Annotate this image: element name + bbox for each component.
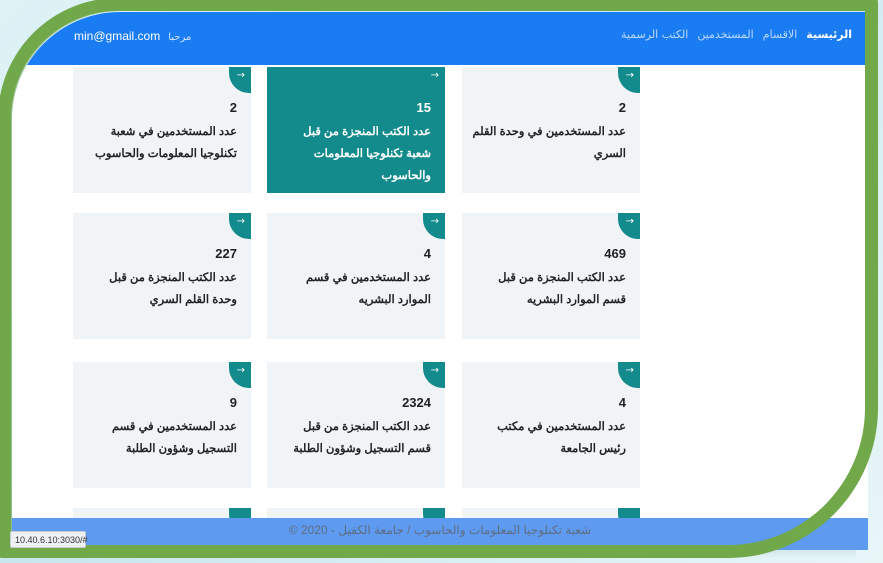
card-corner: → <box>618 362 640 388</box>
card-number: 2324 <box>402 395 431 410</box>
card-label: عدد المستخدمين في قسم التسجيل وشؤون الطل… <box>111 421 237 455</box>
card-corner: → <box>229 67 251 93</box>
arrow-right-icon: → <box>236 365 245 376</box>
arrow-right-icon: → <box>430 216 439 227</box>
card-corner: → <box>229 213 251 239</box>
stat-card[interactable]: → 2 عدد المستخدمين في وحدة القلم السري <box>462 67 640 193</box>
nav-official-books[interactable]: الكتب الرسمية <box>621 28 688 41</box>
arrow-right-icon: → <box>430 70 439 81</box>
card-number: 469 <box>604 246 626 261</box>
card-number: 2 <box>229 100 237 115</box>
card-corner: → <box>423 213 445 239</box>
card-label: عدد الكتب المنجزة من قبل وحدة القلم السر… <box>109 272 237 306</box>
arrow-right-icon: → <box>625 365 634 376</box>
card-corner: → <box>618 67 640 93</box>
footer-text: شعبة تكنلوجيا المعلومات والحاسوب / جامعة… <box>288 523 592 537</box>
stat-card-highlighted[interactable]: → 15 عدد الكتب المنجزة من قبل شعبة تكنلو… <box>267 67 445 193</box>
card-number: 4 <box>423 246 431 261</box>
stat-card[interactable]: → 9 عدد المستخدمين في قسم التسجيل وشؤون … <box>73 362 251 488</box>
status-url: 10.40.6.10:3030/# <box>10 531 88 548</box>
stat-card[interactable]: → 2324 عدد الكتب المنجزة من قبل قسم التس… <box>267 362 445 488</box>
user-info: min@gmail.com مرحبا <box>74 29 191 43</box>
card-label: عدد المستخدمين في وحدة القلم السري <box>472 126 626 160</box>
browser-screen: الرئيسية الاقسام المستخدمين الكتب الرسمي… <box>12 12 868 550</box>
card-corner: → <box>423 362 445 388</box>
nav-users[interactable]: المستخدمين <box>697 28 753 41</box>
top-navbar: الرئيسية الاقسام المستخدمين الكتب الرسمي… <box>12 12 868 65</box>
stat-card[interactable]: → 4 عدد المستخدمين في مكتب رئيس الجامعة <box>462 362 640 488</box>
card-corner: → <box>423 67 445 93</box>
card-number: 15 <box>416 100 431 115</box>
card-label: عدد المستخدمين في شعبة تكنلوجيا المعلوما… <box>95 126 237 160</box>
arrow-right-icon: → <box>430 365 439 376</box>
card-corner: → <box>229 362 251 388</box>
card-label: عدد الكتب المنجزة من قبل شعبة تكنلوجيا ا… <box>303 126 431 182</box>
arrow-right-icon: → <box>236 70 245 81</box>
card-number: 4 <box>618 395 626 410</box>
stat-card[interactable]: → 2 عدد المستخدمين في شعبة تكنلوجيا المع… <box>73 67 251 193</box>
card-number: 9 <box>229 395 237 410</box>
arrow-right-icon: → <box>236 216 245 227</box>
card-label: عدد الكتب المنجزة من قبل قسم التسجيل وشؤ… <box>293 421 431 455</box>
nav-home[interactable]: الرئيسية <box>806 28 852 41</box>
card-label: عدد الكتب المنجزة من قبل قسم الموارد الب… <box>498 272 626 306</box>
user-email[interactable]: min@gmail.com <box>74 29 160 43</box>
stat-card[interactable]: → 227 عدد الكتب المنجزة من قبل وحدة القل… <box>73 213 251 339</box>
page-footer: شعبة تكنلوجيا المعلومات والحاسوب / جامعة… <box>12 518 868 550</box>
card-corner: → <box>618 213 640 239</box>
card-number: 2 <box>618 100 626 115</box>
arrow-right-icon: → <box>625 70 634 81</box>
nav-links: الرئيسية الاقسام المستخدمين الكتب الرسمي… <box>621 28 852 41</box>
card-number: 227 <box>215 246 237 261</box>
stat-card[interactable]: → 4 عدد المستخدمين في قسم الموارد البشري… <box>267 213 445 339</box>
nav-departments[interactable]: الاقسام <box>763 28 798 41</box>
card-label: عدد المستخدمين في قسم الموارد البشريه <box>305 272 431 306</box>
arrow-right-icon: → <box>625 216 634 227</box>
stat-card[interactable]: → 469 عدد الكتب المنجزة من قبل قسم الموا… <box>462 213 640 339</box>
card-label: عدد المستخدمين في مكتب رئيس الجامعة <box>497 421 626 455</box>
greeting-text: مرحبا <box>168 32 192 43</box>
